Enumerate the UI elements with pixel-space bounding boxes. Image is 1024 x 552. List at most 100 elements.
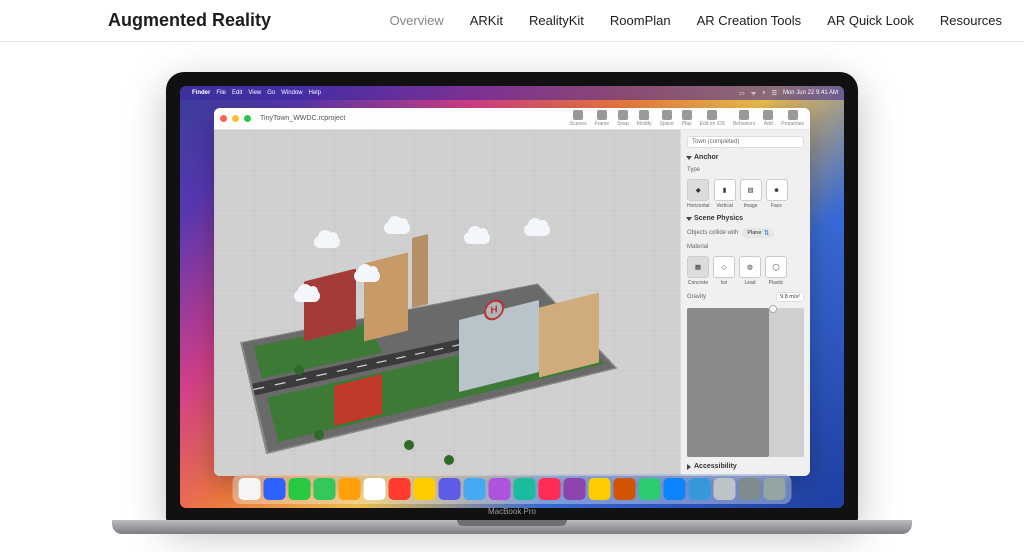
collide-popup[interactable]: Plane⇅ [742, 228, 774, 238]
dock-app-icon[interactable] [414, 478, 436, 500]
menu-go[interactable]: Go [267, 90, 275, 96]
building-tan [539, 293, 599, 378]
toolbar-play-button[interactable]: Play [682, 110, 692, 127]
vertical-plane-icon: ▮ [714, 179, 736, 201]
material-plastic-button[interactable]: ◯Plastic [765, 256, 787, 286]
nav-ar-creation-tools[interactable]: AR Creation Tools [697, 13, 802, 28]
nav-overview[interactable]: Overview [390, 13, 444, 28]
dock-app-icon[interactable] [389, 478, 411, 500]
toolbar-space-button[interactable]: Space [659, 110, 673, 127]
device-icon [707, 110, 717, 120]
anchor-image-button[interactable]: ▧Image [740, 179, 762, 209]
traffic-light-close-icon[interactable] [220, 115, 227, 122]
dock-app-icon[interactable] [314, 478, 336, 500]
dock-app-icon[interactable] [264, 478, 286, 500]
frame-icon [597, 110, 607, 120]
plastic-icon: ◯ [765, 256, 787, 278]
slider-thumb-icon[interactable] [769, 305, 777, 313]
laptop-bezel: Finder File Edit View Go Window Help ▭ ᯤ… [166, 72, 858, 522]
dock-app-icon[interactable] [764, 478, 786, 500]
play-icon [682, 110, 692, 120]
dock-app-icon[interactable] [339, 478, 361, 500]
material-ice-button[interactable]: ◇Ice [713, 256, 735, 286]
dock-app-icon[interactable] [489, 478, 511, 500]
nav-ar-quick-look[interactable]: AR Quick Look [827, 13, 914, 28]
dock-app-icon[interactable] [289, 478, 311, 500]
modify-icon [639, 110, 649, 120]
toolbar-scenes-button[interactable]: Scenes [570, 110, 587, 127]
dock-app-icon[interactable] [239, 478, 261, 500]
reality-composer-window: TinyTown_WWDC.rcproject Scenes Frame Sna… [214, 108, 810, 476]
lead-icon: ◍ [739, 256, 761, 278]
dock-app-icon[interactable] [364, 478, 386, 500]
menu-help[interactable]: Help [309, 90, 321, 96]
subnav: Overview ARKit RealityKit RoomPlan AR Cr… [390, 13, 1002, 28]
macos-menubar: Finder File Edit View Go Window Help ▭ ᯤ… [180, 86, 844, 100]
tree-icon [294, 365, 304, 375]
laptop-label: MacBook Pro [488, 507, 536, 516]
toolbar-behaviors-button[interactable]: Behaviors [733, 110, 755, 127]
nav-roomplan[interactable]: RoomPlan [610, 13, 671, 28]
physics-section-header[interactable]: Scene Physics [687, 215, 804, 222]
accessibility-section-header[interactable]: Accessibility [687, 463, 804, 470]
nav-arkit[interactable]: ARKit [470, 13, 503, 28]
toolbar-modify-button[interactable]: Modify [637, 110, 652, 127]
menubar-app-name[interactable]: Finder [192, 90, 210, 96]
image-anchor-icon: ▧ [740, 179, 762, 201]
disclosure-triangle-icon [686, 217, 692, 221]
material-lead-button[interactable]: ◍Lead [739, 256, 761, 286]
gravity-value-field[interactable]: 9.8 m/s² [776, 292, 804, 302]
properties-icon [788, 110, 798, 120]
toolbar-snap-button[interactable]: Snap [617, 110, 629, 127]
menu-window[interactable]: Window [281, 90, 302, 96]
macos-screen: Finder File Edit View Go Window Help ▭ ᯤ… [180, 86, 844, 508]
search-icon[interactable]: ⌕ [762, 90, 765, 97]
traffic-light-zoom-icon[interactable] [244, 115, 251, 122]
dock-app-icon[interactable] [439, 478, 461, 500]
dock-app-icon[interactable] [714, 478, 736, 500]
face-anchor-icon: ☻ [766, 179, 788, 201]
toolbar-frame-button[interactable]: Frame [595, 110, 609, 127]
toolbar-properties-button[interactable]: Properties [781, 110, 804, 127]
toolbar-edit-on-ios-button[interactable]: Edit on iOS [700, 110, 725, 127]
dock-app-icon[interactable] [564, 478, 586, 500]
control-center-icon[interactable]: ☰ [772, 90, 777, 97]
cloud-icon [384, 222, 410, 234]
nav-resources[interactable]: Resources [940, 13, 1002, 28]
dock-app-icon[interactable] [539, 478, 561, 500]
anchor-face-button[interactable]: ☻Face [766, 179, 788, 209]
dock-app-icon[interactable] [464, 478, 486, 500]
traffic-light-minimize-icon[interactable] [232, 115, 239, 122]
nav-realitykit[interactable]: RealityKit [529, 13, 584, 28]
dock-app-icon[interactable] [664, 478, 686, 500]
scene-name-field[interactable]: Town (completed) [687, 136, 804, 148]
menu-view[interactable]: View [248, 90, 261, 96]
ice-icon: ◇ [713, 256, 735, 278]
material-tiles: ▦Concrete ◇Ice ◍Lead ◯Plastic [687, 256, 804, 286]
plus-icon [763, 110, 773, 120]
gravity-slider[interactable] [687, 308, 804, 457]
dock-app-icon[interactable] [614, 478, 636, 500]
dock-app-icon[interactable] [689, 478, 711, 500]
hero-stage: Finder File Edit View Go Window Help ▭ ᯤ… [0, 42, 1024, 541]
menubar-clock[interactable]: Mon Jun 22 9:41 AM [783, 90, 838, 96]
scene-canvas[interactable]: H [214, 130, 680, 476]
menu-edit[interactable]: Edit [232, 90, 242, 96]
anchor-section-header[interactable]: Anchor [687, 154, 804, 161]
dock-app-icon[interactable] [639, 478, 661, 500]
dock-app-icon[interactable] [739, 478, 761, 500]
tree-icon [404, 440, 414, 450]
anchor-horizontal-button[interactable]: ◆Horizontal [687, 179, 710, 209]
toolbar: Scenes Frame Snap Modify Space Play Edit… [570, 110, 804, 127]
concrete-icon: ▦ [687, 256, 709, 278]
toolbar-add-button[interactable]: Add [763, 110, 773, 127]
dock-app-icon[interactable] [514, 478, 536, 500]
material-concrete-button[interactable]: ▦Concrete [687, 256, 709, 286]
battery-icon[interactable]: ▭ [739, 90, 745, 97]
slider-track-fill [687, 308, 769, 457]
wifi-icon[interactable]: ᯤ [751, 89, 756, 97]
anchor-vertical-button[interactable]: ▮Vertical [714, 179, 736, 209]
cloud-icon [314, 236, 340, 248]
menu-file[interactable]: File [216, 90, 226, 96]
dock-app-icon[interactable] [589, 478, 611, 500]
